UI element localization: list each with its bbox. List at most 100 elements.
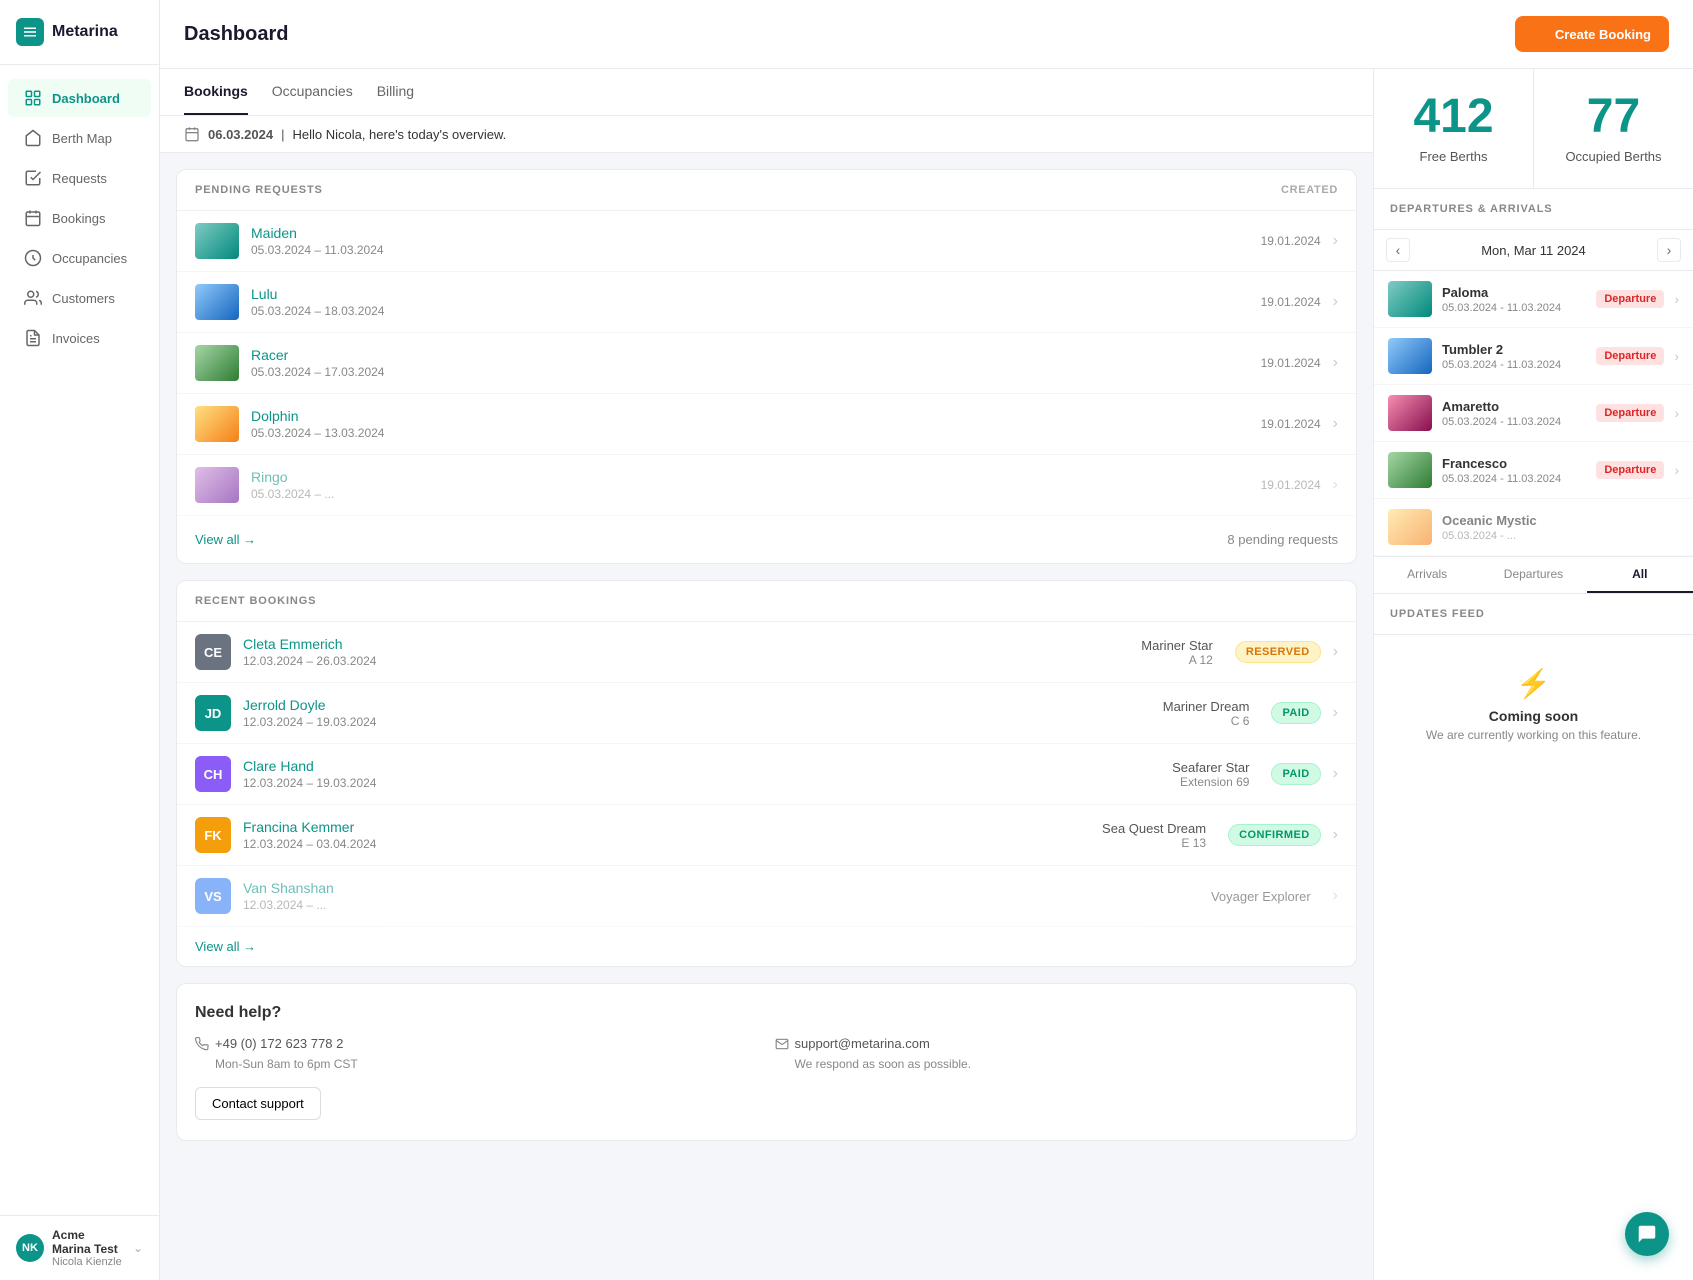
tab-occupancies[interactable]: Occupancies [272,69,353,115]
list-item[interactable]: Amaretto 05.03.2024 - 11.03.2024 Departu… [1374,385,1693,442]
tab-bookings[interactable]: Bookings [184,69,248,115]
vessel-name: Tumbler 2 [1442,342,1586,357]
list-item[interactable]: CH Clare Hand 12.03.2024 – 19.03.2024 Se… [177,744,1356,805]
vessel-thumbnail [1388,509,1432,545]
booking-info: Francina Kemmer 12.03.2024 – 03.04.2024 [243,819,1090,851]
departure-info: Paloma 05.03.2024 - 11.03.2024 [1442,285,1586,314]
main-tabs: Bookings Occupancies Billing [160,69,1373,116]
list-item[interactable]: Oceanic Mystic 05.03.2024 - ... [1374,499,1693,556]
user-info: Acme Marina Test Nicola Kienzle [52,1228,125,1268]
booking-info: Cleta Emmerich 12.03.2024 – 26.03.2024 [243,636,1129,668]
sidebar-label-berth-map: Berth Map [52,131,112,146]
tab-all[interactable]: All [1587,557,1693,593]
request-created-date: 19.01.2024 [1261,356,1321,370]
chevron-right-icon: › [1333,765,1338,783]
recent-bookings-title: RECENT BOOKINGS [195,595,316,607]
list-item[interactable]: CE Cleta Emmerich 12.03.2024 – 26.03.202… [177,622,1356,683]
chevron-right-icon: › [1674,462,1679,478]
prev-date-button[interactable]: ‹ [1386,238,1410,262]
topbar: Dashboard Create Booking [160,0,1693,69]
sidebar-item-customers[interactable]: Customers [8,279,151,317]
list-item[interactable]: Paloma 05.03.2024 - 11.03.2024 Departure… [1374,271,1693,328]
tab-departures[interactable]: Departures [1480,557,1586,593]
coming-soon-title: Coming soon [1390,708,1677,724]
chat-button[interactable] [1625,1212,1669,1256]
customer-avatar: FK [195,817,231,853]
request-dates: 05.03.2024 – ... [251,487,1249,501]
contact-support-button[interactable]: Contact support [195,1087,321,1120]
sidebar-item-berth-map[interactable]: Berth Map [8,119,151,157]
vessel-details: Mariner Dream C 6 [1163,699,1250,728]
departures-arrivals-title: DEPARTURES & ARRIVALS [1374,189,1693,230]
departure-info: Amaretto 05.03.2024 - 11.03.2024 [1442,399,1586,428]
recent-bookings-header: RECENT BOOKINGS [177,581,1356,622]
vessel-thumbnail [1388,281,1432,317]
sidebar-item-invoices[interactable]: Invoices [8,319,151,357]
pending-requests-title: PENDING REQUESTS [195,184,323,196]
booking-dates: 12.03.2024 – 03.04.2024 [243,837,1090,851]
main-area: Dashboard Create Booking Bookings Occupa… [160,0,1693,1280]
status-badge: PAID [1271,702,1320,724]
create-booking-button[interactable]: Create Booking [1515,16,1669,52]
chevron-right-icon: › [1674,291,1679,307]
logo[interactable]: Metarina [0,0,159,65]
list-item[interactable]: Maiden 05.03.2024 – 11.03.2024 19.01.202… [177,211,1356,272]
view-all-bookings-link[interactable]: View all → [177,927,1356,966]
list-item[interactable]: VS Van Shanshan 12.03.2024 – ... Voyager… [177,866,1356,927]
vessel-thumbnail [1388,395,1432,431]
departures-arrivals-tabs: Arrivals Departures All [1374,556,1693,593]
phone-number: +49 (0) 172 623 778 2 [215,1036,343,1051]
berth-stats: 412 Free Berths 77 Occupied Berths [1374,69,1693,189]
coming-soon-subtitle: We are currently working on this feature… [1390,728,1677,742]
list-item[interactable]: Dolphin 05.03.2024 – 13.03.2024 19.01.20… [177,394,1356,455]
content-area: Bookings Occupancies Billing 06.03.2024 … [160,69,1693,1280]
chevron-right-icon: › [1674,405,1679,421]
chevron-right-icon: › [1674,348,1679,364]
sidebar-nav: Dashboard Berth Map Requests Bookings Oc… [0,65,159,1215]
departure-badge: Departure [1596,404,1664,422]
occupied-berths-label: Occupied Berths [1558,149,1669,164]
view-all-requests-link[interactable]: View all → [177,520,274,559]
tab-billing[interactable]: Billing [377,69,414,115]
sidebar-item-bookings[interactable]: Bookings [8,199,151,237]
departure-info: Tumbler 2 05.03.2024 - 11.03.2024 [1442,342,1586,371]
vessel-name: Ringo [251,469,1249,485]
list-item[interactable]: JD Jerrold Doyle 12.03.2024 – 19.03.2024… [177,683,1356,744]
date-navigator: ‹ Mon, Mar 11 2024 › [1374,230,1693,271]
sidebar-item-dashboard[interactable]: Dashboard [8,79,151,117]
status-badge: RESERVED [1235,641,1321,663]
list-item[interactable]: Tumbler 2 05.03.2024 - 11.03.2024 Depart… [1374,328,1693,385]
sidebar-item-requests[interactable]: Requests [8,159,151,197]
free-berths-count: 412 [1398,93,1509,141]
free-berths-stat: 412 Free Berths [1374,69,1534,188]
vessel-thumbnail [1388,338,1432,374]
page-title: Dashboard [184,23,288,46]
next-date-button[interactable]: › [1657,238,1681,262]
list-item[interactable]: FK Francina Kemmer 12.03.2024 – 03.04.20… [177,805,1356,866]
list-item[interactable]: Francesco 05.03.2024 - 11.03.2024 Depart… [1374,442,1693,499]
vessel-thumbnail [195,223,239,259]
date-bar: 06.03.2024 | Hello Nicola, here's today'… [160,116,1373,153]
chevron-right-icon: › [1333,293,1338,311]
list-item[interactable]: Racer 05.03.2024 – 17.03.2024 19.01.2024… [177,333,1356,394]
sidebar-item-occupancies[interactable]: Occupancies [8,239,151,277]
list-item[interactable]: Ringo 05.03.2024 – ... 19.01.2024 › [177,455,1356,516]
left-panel: Bookings Occupancies Billing 06.03.2024 … [160,69,1373,1280]
user-menu-toggle[interactable]: ⌄ [133,1241,143,1255]
email-note: We respond as soon as possible. [795,1057,1339,1071]
request-created-date: 19.01.2024 [1261,417,1321,431]
vessel-name: Paloma [1442,285,1586,300]
occupied-berths-count: 77 [1558,93,1669,141]
booking-dates: 12.03.2024 – 26.03.2024 [243,654,1129,668]
updates-feed-title: UPDATES FEED [1374,593,1693,635]
list-item[interactable]: Lulu 05.03.2024 – 18.03.2024 19.01.2024 … [177,272,1356,333]
departure-info: Oceanic Mystic 05.03.2024 - ... [1442,513,1679,542]
status-badge: PAID [1271,763,1320,785]
tab-arrivals[interactable]: Arrivals [1374,557,1480,593]
request-info: Dolphin 05.03.2024 – 13.03.2024 [251,408,1249,440]
updates-feed-section: UPDATES FEED ⚡ Coming soon We are curren… [1374,593,1693,774]
chevron-right-icon: › [1333,354,1338,372]
vessel-name: Lulu [251,286,1249,302]
recent-bookings-section: RECENT BOOKINGS CE Cleta Emmerich 12.03.… [176,580,1357,967]
request-info: Lulu 05.03.2024 – 18.03.2024 [251,286,1249,318]
